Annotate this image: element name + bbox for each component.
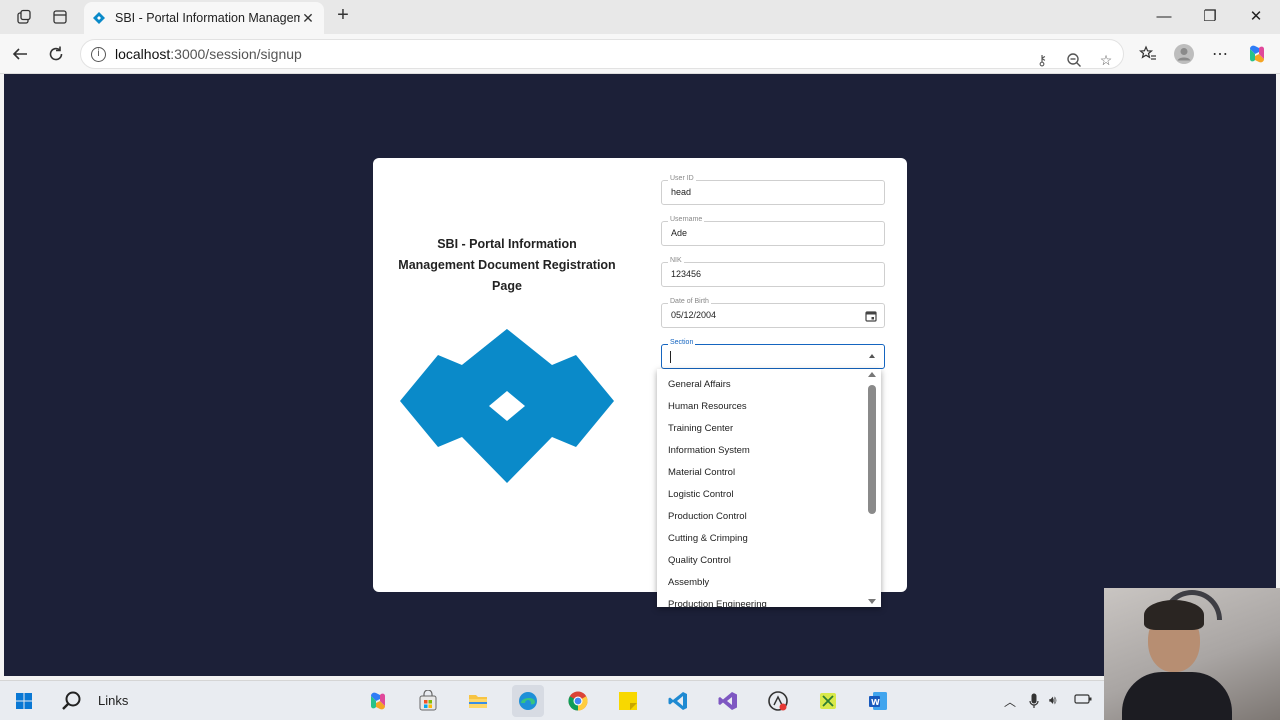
microphone-icon[interactable]	[1029, 693, 1039, 712]
url-host: localhost	[115, 46, 171, 62]
chrome-icon[interactable]	[562, 685, 594, 717]
section-option[interactable]: Production Control	[668, 511, 747, 522]
github-desktop-icon[interactable]	[762, 685, 794, 717]
sticky-notes-icon[interactable]	[612, 685, 644, 717]
section-label: Section	[668, 338, 696, 348]
section-option[interactable]: Assembly	[668, 577, 709, 588]
back-button[interactable]	[8, 42, 32, 66]
username-field[interactable]: Username Ade	[661, 215, 885, 246]
restore-button[interactable]: ❐	[1187, 4, 1233, 30]
minimize-button[interactable]: —	[1141, 4, 1187, 30]
url-path: :3000/session/signup	[170, 46, 302, 62]
store-icon[interactable]	[412, 685, 444, 717]
username-label: Username	[668, 215, 705, 225]
page-title-line: Management Document Registration	[398, 258, 616, 272]
close-window-button[interactable]: ✕	[1233, 4, 1279, 30]
section-select[interactable]: Section	[661, 338, 885, 369]
section-option[interactable]: Training Center	[668, 423, 733, 434]
tray-chevron-icon[interactable]: ︿	[1004, 693, 1016, 710]
webcam-overlay	[1104, 588, 1280, 720]
new-tab-button[interactable]: +	[332, 4, 354, 28]
site-info-icon[interactable]: i	[91, 47, 106, 62]
nik-label: NIK	[668, 256, 684, 266]
date-of-birth-label: Date of Birth	[668, 297, 711, 307]
company-logo	[400, 329, 614, 483]
workspaces-icon[interactable]	[11, 5, 37, 29]
vscode-icon[interactable]	[662, 685, 694, 717]
user-id-label: User ID	[668, 174, 696, 184]
svg-text:W: W	[871, 698, 880, 707]
section-option[interactable]: Material Control	[668, 467, 735, 478]
section-option[interactable]: Information System	[668, 445, 750, 456]
visual-studio-icon[interactable]	[712, 685, 744, 717]
volume-icon[interactable]: 🔊︎	[1049, 693, 1057, 708]
text-cursor	[670, 351, 671, 363]
zoom-icon[interactable]	[1065, 51, 1083, 69]
battery-icon[interactable]	[1074, 693, 1092, 708]
nik-value: 123456	[671, 269, 702, 279]
section-option[interactable]: Logistic Control	[668, 489, 733, 500]
scroll-down-icon[interactable]	[868, 599, 876, 604]
date-of-birth-value: 05/12/2004	[671, 310, 717, 320]
dropdown-arrow-icon[interactable]	[869, 354, 875, 358]
favorites-icon[interactable]	[1137, 43, 1159, 65]
profile-avatar-icon[interactable]	[1173, 43, 1195, 65]
webcam-person-body	[1122, 672, 1232, 720]
nik-field[interactable]: NIK 123456	[661, 256, 885, 287]
snipping-tool-icon[interactable]	[812, 685, 844, 717]
section-option[interactable]: Production Engineering	[668, 599, 767, 607]
calendar-icon[interactable]	[865, 310, 877, 322]
username-value: Ade	[671, 228, 688, 238]
tab-title: SBI - Portal Information Management Docu…	[115, 11, 300, 25]
browser-tab-active[interactable]: SBI - Portal Information Management Docu…	[84, 2, 324, 34]
search-icon[interactable]	[56, 685, 88, 717]
browser-toolbar: i localhost:3000/session/signup ⚷ ☆ ⋯	[0, 34, 1280, 74]
scroll-up-icon[interactable]	[868, 372, 876, 377]
section-option[interactable]: Human Resources	[668, 401, 747, 412]
favorite-star-icon[interactable]: ☆	[1097, 51, 1115, 69]
more-menu-icon[interactable]: ⋯	[1209, 43, 1231, 65]
refresh-button[interactable]	[44, 42, 68, 66]
section-option[interactable]: Quality Control	[668, 555, 731, 566]
listbox-scrollbar[interactable]	[868, 369, 879, 607]
edge-icon[interactable]	[512, 685, 544, 717]
user-id-value: head	[671, 187, 692, 197]
word-icon[interactable]: W	[862, 685, 894, 717]
file-explorer-icon[interactable]	[462, 685, 494, 717]
browser-tabstrip: SBI - Portal Information Management Docu…	[0, 0, 1280, 34]
scrollbar-thumb[interactable]	[868, 385, 876, 514]
section-options-list[interactable]: General Affairs Human Resources Training…	[657, 369, 881, 607]
site-favicon-icon	[93, 12, 105, 24]
windows-taskbar: Links W ︿ 🔊︎	[0, 680, 1280, 720]
section-option[interactable]: Cutting & Crimping	[668, 533, 748, 544]
user-id-field[interactable]: User ID head	[661, 174, 885, 205]
webcam-person-hair	[1144, 600, 1204, 630]
page-title-line: Page	[492, 279, 522, 293]
tab-actions-icon[interactable]	[47, 5, 73, 29]
copilot-taskbar-icon[interactable]	[362, 685, 394, 717]
date-of-birth-field[interactable]: Date of Birth 05/12/2004	[661, 297, 885, 328]
page-title-line: SBI - Portal Information	[437, 237, 577, 251]
start-windows-icon[interactable]	[8, 685, 40, 717]
page-viewport: SBI - Portal Information Management Docu…	[4, 74, 1276, 676]
address-bar[interactable]: i localhost:3000/session/signup ⚷ ☆	[80, 39, 1124, 69]
page-title: SBI - Portal Information Management Docu…	[387, 234, 627, 297]
section-option[interactable]: General Affairs	[668, 379, 731, 390]
copilot-icon[interactable]	[1246, 43, 1268, 65]
taskbar-search-label[interactable]: Links	[98, 693, 128, 708]
key-icon[interactable]: ⚷	[1033, 51, 1051, 69]
tab-close-icon[interactable]: ✕	[300, 10, 316, 27]
